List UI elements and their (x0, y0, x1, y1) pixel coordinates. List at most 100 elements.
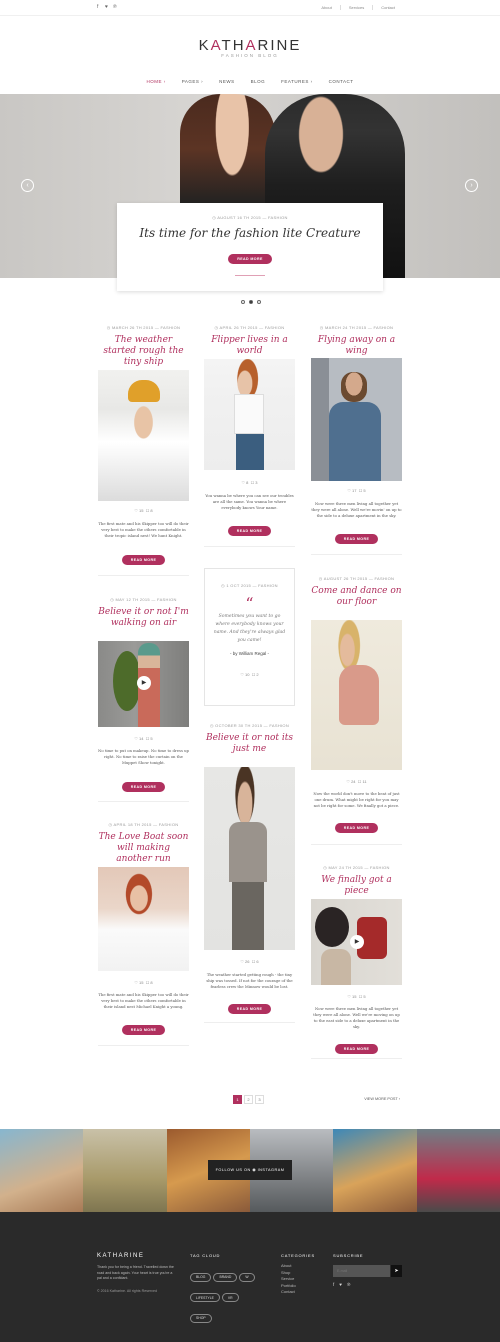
read-more-button[interactable]: READ MORE (227, 1004, 272, 1014)
post-image[interactable] (98, 370, 189, 501)
nav-pages[interactable]: PAGES › (182, 79, 203, 84)
instagram-photo[interactable] (0, 1129, 84, 1212)
comment-count[interactable]: ☐ 5 (359, 488, 366, 493)
facebook-icon[interactable]: f (97, 4, 98, 10)
nav-home[interactable]: HOME › (146, 79, 165, 84)
like-count[interactable]: ♡ 26 (240, 959, 249, 964)
post-image[interactable] (204, 767, 295, 950)
view-more-link[interactable]: VIEW MORE POST › (364, 1097, 400, 1101)
slider-dot[interactable] (241, 300, 245, 304)
hero-title[interactable]: Its time for the fashion lite Creature (117, 226, 383, 240)
like-count[interactable]: ♡ 8 (241, 480, 248, 485)
divider (204, 1022, 295, 1023)
read-more-button[interactable]: READ MORE (334, 1044, 379, 1054)
post-image[interactable] (98, 867, 189, 971)
top-link-contact[interactable]: Contact (372, 5, 403, 10)
read-more-button[interactable]: READ MORE (227, 526, 272, 536)
post-video-thumbnail[interactable]: ▶ (98, 641, 189, 727)
post-card: ◷ MARCH 26 TH 2015 — FASHION The weather… (98, 325, 189, 368)
comment-count[interactable]: ☐ 6 (252, 959, 259, 964)
pinterest-icon[interactable]: ℗ (347, 1282, 350, 1287)
category-contact[interactable]: Contact (281, 1289, 296, 1296)
follow-instagram-button[interactable]: FOLLOW US ON ◉ INSTAGRAM (208, 1160, 292, 1180)
nav-features[interactable]: FEATURES › (281, 79, 312, 84)
read-more-button[interactable]: READ MORE (121, 782, 166, 792)
tag-vr[interactable]: VR (221, 1293, 239, 1302)
like-count[interactable]: ♡ 24 (346, 779, 355, 784)
facebook-icon[interactable]: f (333, 1282, 334, 1287)
post-meta: ◷ 1 OCT 2015 — FASHION (221, 583, 278, 588)
footer-logo[interactable]: KATHARINE (97, 1253, 144, 1259)
tag-blog[interactable]: BLOG (190, 1272, 212, 1282)
post-image[interactable] (204, 359, 295, 470)
hero-read-more-button[interactable]: READ MORE (228, 254, 272, 264)
instagram-photo[interactable] (416, 1129, 500, 1212)
comment-count[interactable]: ☐ 8 (146, 980, 153, 985)
post-image[interactable] (311, 358, 402, 481)
comment-count[interactable]: ☐ 3 (251, 480, 258, 485)
hair-shape (315, 907, 349, 947)
subscribe-send-icon[interactable]: ➤ (391, 1265, 402, 1277)
pinterest-icon[interactable]: ℗ (113, 4, 117, 10)
play-icon[interactable]: ▶ (350, 935, 364, 949)
post-title[interactable]: Believe it or not I'm walking on air (98, 607, 189, 629)
tag-brand[interactable]: BRAND (213, 1272, 238, 1282)
like-count[interactable]: ♡ 17 (347, 488, 356, 493)
tag-w[interactable]: W (239, 1272, 255, 1282)
top-link-about[interactable]: About (313, 5, 339, 10)
page-3-button[interactable]: 3 (255, 1095, 264, 1104)
like-count[interactable]: ♡ 15 (134, 508, 143, 513)
comment-count[interactable]: ☐ 8 (146, 508, 153, 513)
post-title[interactable]: Flying away on a wing (311, 335, 402, 357)
slider-dot-active[interactable] (249, 300, 253, 304)
post-card: ◷ MAY 24 TH 2015 — FASHION We finally go… (311, 865, 402, 897)
page-2-button[interactable]: 2 (244, 1095, 253, 1104)
slider-prev-icon[interactable]: ‹ (21, 179, 34, 192)
nav-contact[interactable]: CONTACT (329, 79, 354, 84)
like-count[interactable]: ♡ 14 (134, 736, 143, 741)
footer-copyright: © 2016 Katharine. All rights Reserved (97, 1289, 157, 1293)
divider (311, 844, 402, 845)
comment-count[interactable]: ☐ 5 (359, 994, 366, 999)
comment-count[interactable]: ☐ 2 (252, 672, 259, 677)
instagram-photo[interactable] (83, 1129, 167, 1212)
post-image[interactable] (311, 620, 402, 770)
like-count[interactable]: ♡ 15 (347, 994, 356, 999)
read-more-button[interactable]: READ MORE (334, 534, 379, 544)
post-title[interactable]: Flipper lives in a world (204, 335, 295, 357)
comment-count[interactable]: ☐ 11 (358, 779, 367, 784)
slider-next-icon[interactable]: › (465, 179, 478, 192)
read-more-button[interactable]: READ MORE (334, 823, 379, 833)
post-video-thumbnail[interactable]: ▶ (311, 899, 402, 985)
like-count[interactable]: ♡ 10 (240, 672, 249, 677)
slider-dot[interactable] (257, 300, 261, 304)
post-card: ◷ MARCH 24 TH 2015 — FASHION Flying away… (311, 325, 402, 357)
instagram-photo[interactable] (333, 1129, 417, 1212)
tag-cloud-heading: TAG CLOUD (190, 1253, 221, 1258)
post-title[interactable]: We finally got a piece (311, 875, 402, 897)
nav-news[interactable]: NEWS (219, 79, 235, 84)
footer: KATHARINE Thank you for being a friend. … (0, 1212, 500, 1342)
tag-lifestyle[interactable]: LIFESTYLE (190, 1293, 220, 1302)
like-count[interactable]: ♡ 15 (134, 980, 143, 985)
read-more-button[interactable]: READ MORE (121, 1025, 166, 1035)
read-more-button[interactable]: READ MORE (121, 555, 166, 565)
post-title[interactable]: The Love Boat soon will making another r… (98, 832, 189, 865)
post-title[interactable]: Come and dance on our floor (311, 586, 402, 608)
top-link-services[interactable]: Services (339, 5, 372, 10)
denim-shirt-shape (329, 402, 381, 481)
site-logo[interactable]: KATHARINE (0, 37, 500, 54)
post-title[interactable]: The weather started rough the tiny ship (98, 335, 189, 368)
post-meta: ◷ MAY 12 TH 2015 — FASHION (110, 597, 177, 602)
heart-icon[interactable]: ♥ (105, 4, 108, 10)
category-service[interactable]: Service (281, 1276, 296, 1283)
tag-shop[interactable]: SHOP (190, 1313, 212, 1323)
nav-blog[interactable]: BLOG (251, 79, 266, 84)
post-title[interactable]: Believe it or not its just me (204, 733, 295, 755)
post-card-footer: ♡ 14 ☐ 5 No time to put on makeup. No ti… (98, 736, 189, 793)
subscribe-email-input[interactable] (333, 1265, 390, 1277)
page-1-button[interactable]: 1 (233, 1095, 242, 1104)
comment-count[interactable]: ☐ 5 (146, 736, 153, 741)
heart-icon[interactable]: ♥ (339, 1282, 342, 1287)
play-icon[interactable]: ▶ (137, 676, 151, 690)
